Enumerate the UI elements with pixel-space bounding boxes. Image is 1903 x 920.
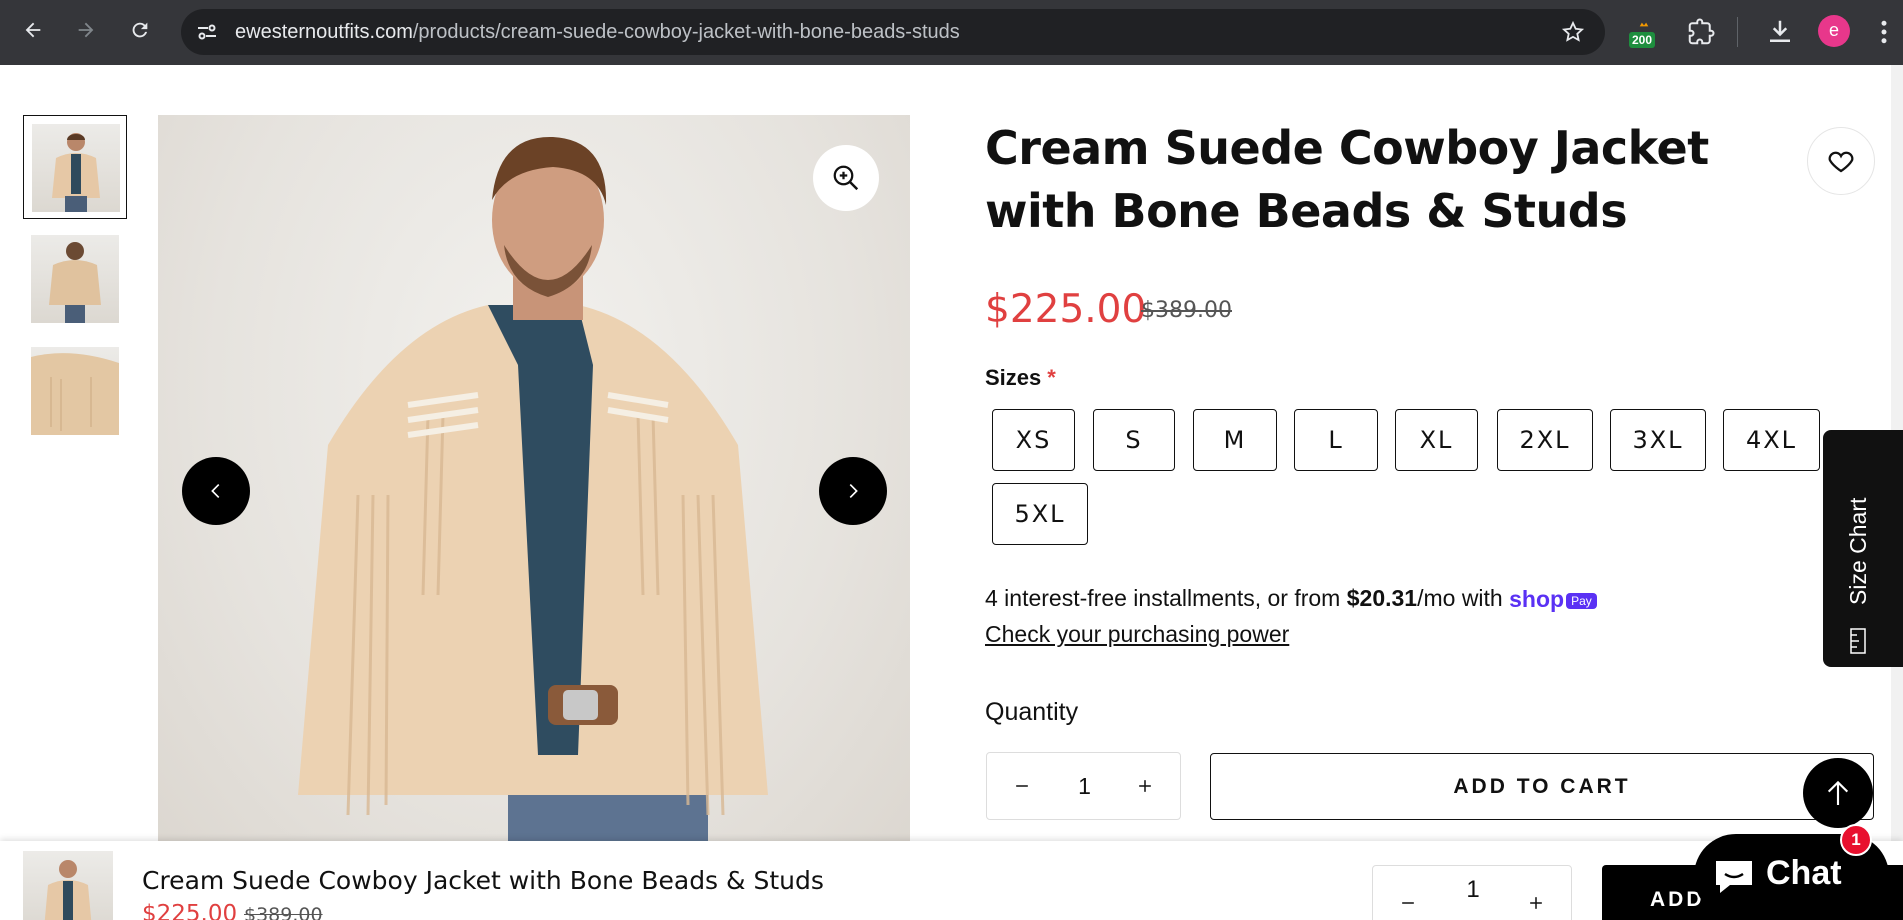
address-bar[interactable]: ewesternoutfits.com/products/cream-suede…	[181, 9, 1605, 55]
arrow-left-icon	[25, 22, 41, 38]
quantity-label: Quantity	[985, 698, 1079, 726]
product-photo	[298, 136, 768, 875]
quantity-increase-button[interactable]	[1130, 771, 1160, 801]
thumbnail-image	[32, 124, 120, 212]
compare-at-price: $389.00	[1141, 298, 1232, 323]
size-option-3xl[interactable]: 3XL	[1610, 409, 1706, 471]
chat-label: Chat	[1766, 854, 1842, 892]
thumbnail-image	[31, 235, 119, 323]
size-chart-tab[interactable]: Size Chart	[1823, 430, 1903, 667]
size-option-xs[interactable]: XS	[992, 409, 1075, 471]
size-option-5xl[interactable]: 5XL	[992, 483, 1088, 545]
check-purchasing-power-link[interactable]: Check your purchasing power	[985, 621, 1289, 648]
product-title: Cream Suede Cowboy Jacket with Bone Bead…	[985, 121, 1709, 238]
minus-icon	[1016, 785, 1028, 787]
sticky-quantity-stepper: 1	[1372, 865, 1572, 920]
arrow-right-icon	[78, 22, 94, 38]
thumbnail-back[interactable]	[23, 227, 127, 331]
chevron-right-icon	[849, 483, 858, 499]
browser-toolbar: ewesternoutfits.com/products/cream-suede…	[0, 0, 1903, 65]
thumbnail-front[interactable]	[23, 115, 127, 219]
extension-badge-count: 200	[1629, 32, 1656, 48]
minus-icon	[1402, 902, 1414, 904]
zoom-button[interactable]	[813, 145, 879, 211]
sale-price: $225.00	[985, 287, 1147, 332]
forward-button[interactable]	[68, 12, 104, 48]
wishlist-button[interactable]	[1807, 127, 1875, 195]
add-to-cart-button[interactable]: ADD TO CART	[1210, 753, 1874, 820]
sticky-compare-price: $389.00	[244, 904, 323, 920]
thumbnail-detail[interactable]	[23, 339, 127, 443]
required-marker: *	[1047, 365, 1056, 390]
next-image-button[interactable]	[819, 457, 887, 525]
chat-bubble-icon	[1716, 861, 1752, 893]
chevron-left-icon	[211, 483, 220, 499]
reload-icon	[132, 22, 148, 38]
download-icon[interactable]	[1765, 17, 1795, 47]
heart-icon	[1828, 151, 1854, 173]
more-menu-icon[interactable]	[1876, 17, 1892, 47]
sticky-product-thumbnail	[23, 851, 113, 920]
size-option-l[interactable]: L	[1294, 409, 1378, 471]
quantity-input[interactable]: 1	[1057, 753, 1112, 819]
size-option-s[interactable]: S	[1093, 409, 1175, 471]
bookmark-star-icon[interactable]	[1561, 20, 1585, 44]
site-info-icon[interactable]	[195, 20, 219, 44]
back-to-top-button[interactable]	[1803, 758, 1873, 828]
sizes-label: Sizes *	[985, 365, 1056, 390]
size-option-4xl[interactable]: 4XL	[1723, 409, 1820, 471]
previous-image-button[interactable]	[182, 457, 250, 525]
extension-icon[interactable]: 200	[1629, 20, 1659, 50]
back-button[interactable]	[15, 12, 51, 48]
thumbnail-image	[31, 347, 119, 435]
sticky-add-to-cart-bar: Cream Suede Cowboy Jacket with Bone Bead…	[0, 841, 1903, 920]
reload-button[interactable]	[122, 12, 158, 48]
zoom-in-icon	[833, 165, 859, 191]
toolbar-separator	[1737, 17, 1738, 47]
sticky-quantity-decrease-button[interactable]	[1393, 888, 1423, 918]
plus-icon	[1530, 897, 1542, 909]
chat-unread-badge: 1	[1840, 824, 1872, 856]
quantity-decrease-button[interactable]	[1007, 771, 1037, 801]
quantity-stepper: 1	[986, 752, 1181, 820]
profile-avatar[interactable]: e	[1818, 15, 1850, 47]
ruler-icon	[1850, 628, 1866, 654]
size-option-xl[interactable]: XL	[1395, 409, 1478, 471]
url-text: ewesternoutfits.com/products/cream-suede…	[235, 21, 960, 43]
sticky-sale-price: $225.00	[142, 901, 238, 920]
sticky-quantity-increase-button[interactable]	[1521, 888, 1551, 918]
size-chart-label: Size Chart	[1845, 497, 1871, 605]
arrow-up-icon	[1827, 780, 1849, 805]
sticky-product-name: Cream Suede Cowboy Jacket with Bone Bead…	[142, 866, 824, 895]
size-option-m[interactable]: M	[1193, 409, 1277, 471]
sticky-quantity-input[interactable]: 1	[1445, 876, 1501, 904]
installments-text: 4 interest-free installments, or from $2…	[985, 585, 1597, 613]
product-page: Cream Suede Cowboy Jacket with Bone Bead…	[0, 65, 1903, 920]
shop-pay-logo: shop Pay	[1509, 586, 1597, 613]
size-option-2xl[interactable]: 2XL	[1497, 409, 1593, 471]
extensions-puzzle-icon[interactable]	[1686, 17, 1716, 47]
plus-icon	[1139, 780, 1151, 792]
main-product-image[interactable]	[158, 115, 910, 875]
